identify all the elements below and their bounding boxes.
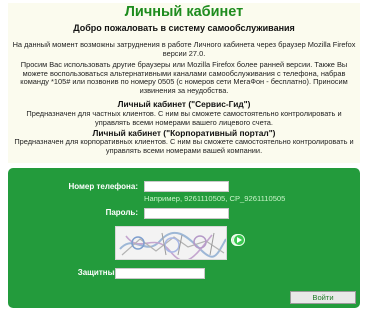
phone-hint: Например, 9261110505, CP_9261110505	[144, 194, 286, 203]
login-button[interactable]: Войти	[290, 291, 356, 304]
welcome-heading: Добро пожаловать в систему самообслужива…	[73, 23, 295, 33]
captcha-noise	[116, 227, 226, 259]
alternative-channels-text: Просим Вас использовать другие браузеры …	[20, 60, 348, 95]
audio-captcha-icon[interactable]	[233, 234, 245, 246]
page-title: Личный кабинет	[124, 4, 244, 20]
security-code-input[interactable]	[115, 268, 205, 279]
captcha-image	[115, 226, 227, 260]
password-label: Пароль:	[105, 208, 138, 217]
phone-input[interactable]	[144, 181, 229, 192]
corporate-portal-description: Предназначен для корпоративных клиентов.…	[14, 137, 354, 155]
service-guide-description: Предназначен для частных клиентов. С ним…	[26, 109, 342, 127]
password-input[interactable]	[144, 208, 229, 219]
browser-warning: На данный момент возможны затруднения в …	[12, 40, 356, 58]
phone-label: Номер телефона:	[68, 182, 138, 191]
service-guide-title: Личный кабинет ("Сервис-Гид")	[117, 99, 251, 109]
